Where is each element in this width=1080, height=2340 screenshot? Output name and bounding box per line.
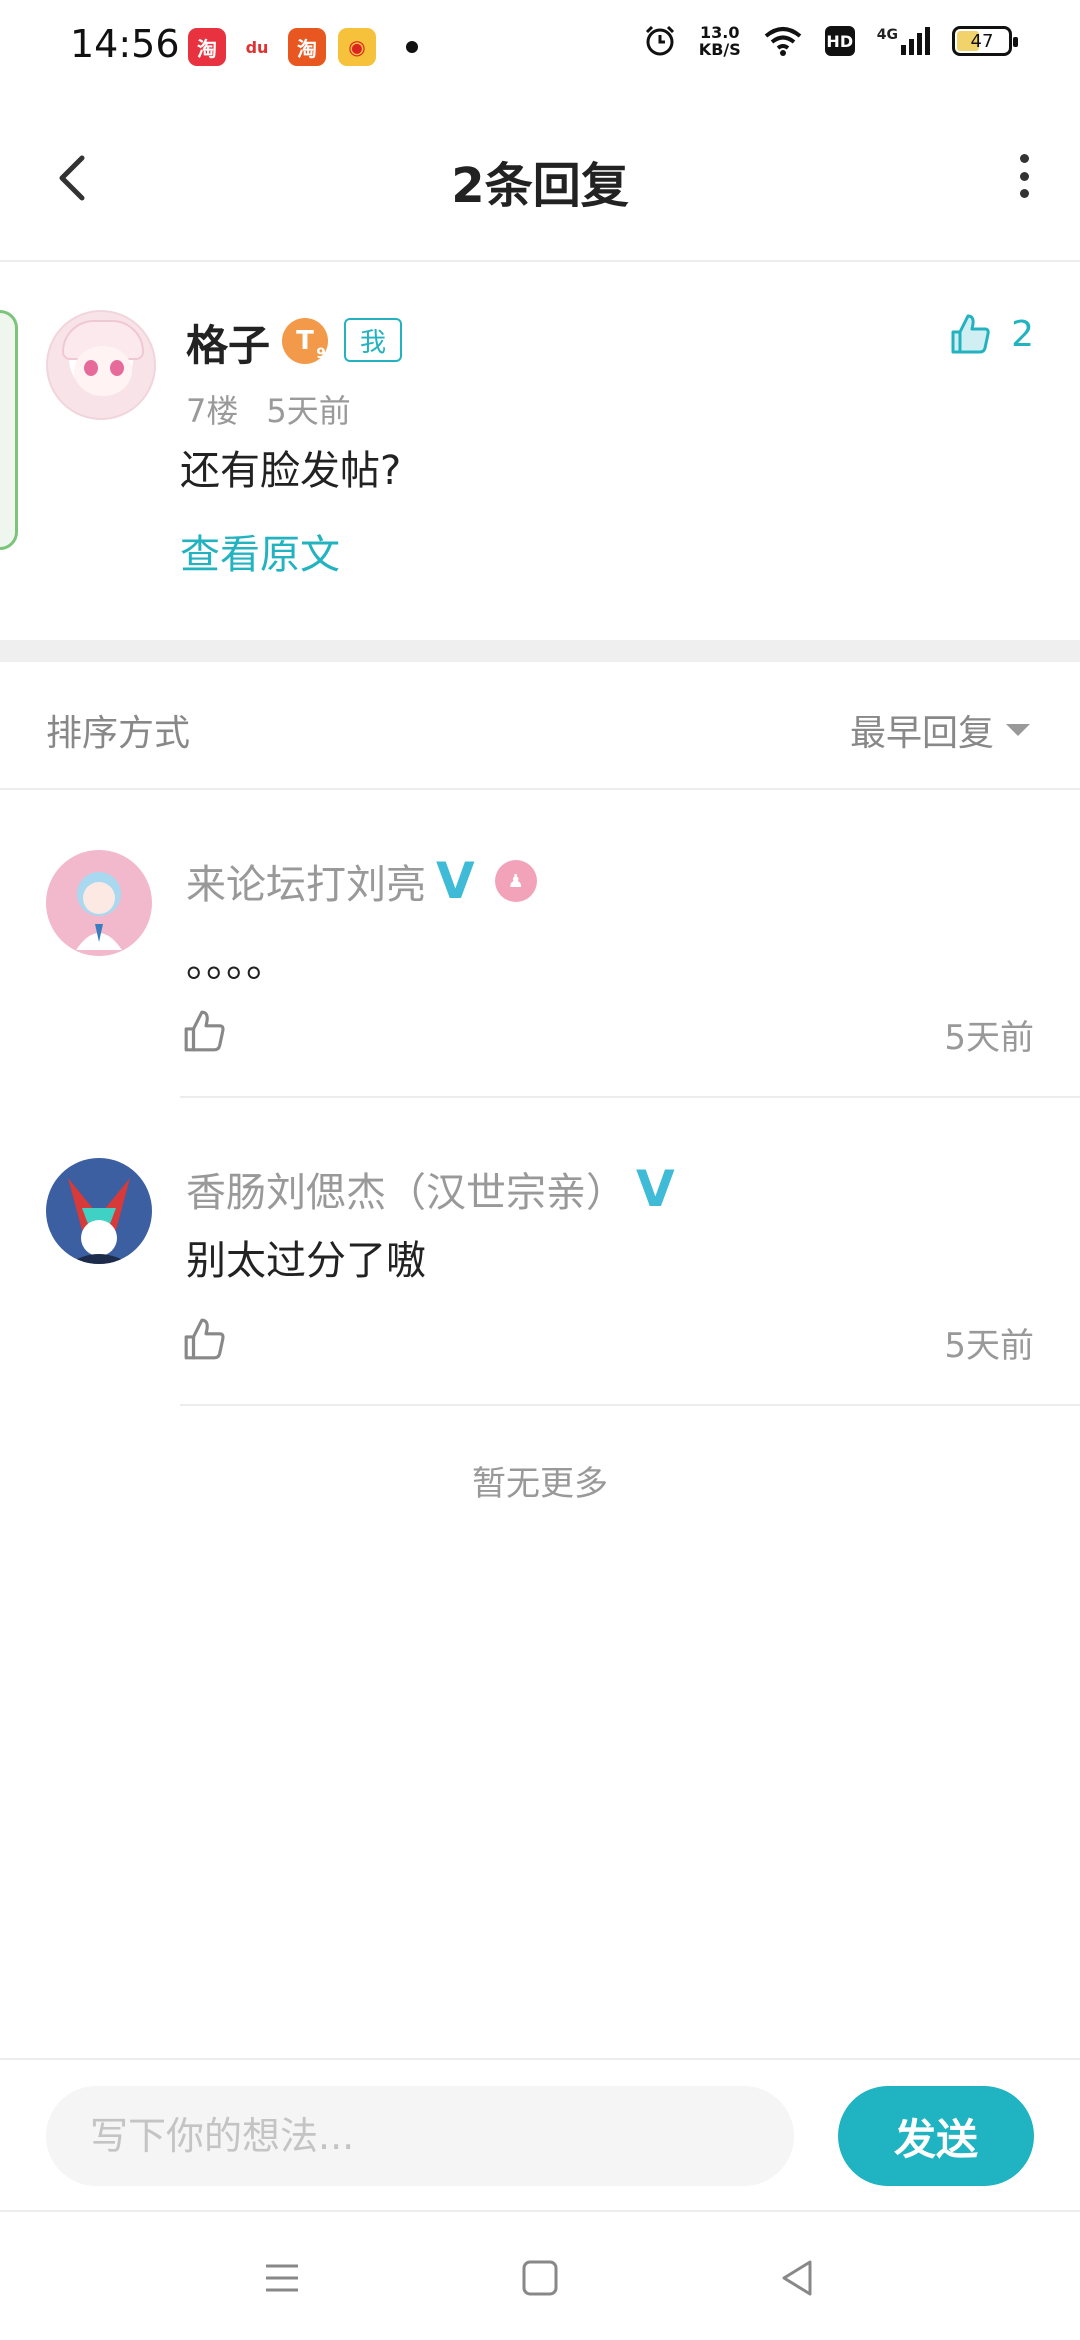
alarm-icon (645, 25, 674, 56)
level-number: 9 (316, 346, 326, 362)
battery-level: 47 (970, 30, 994, 52)
view-original-link[interactable]: 查看原文 (180, 522, 340, 580)
network-speed: 13.0 KB/S (699, 24, 741, 58)
fan-badge-icon: ♟ (494, 860, 537, 902)
signal-type: 4G (876, 27, 898, 43)
top-bar: 2条回复 (0, 96, 1080, 262)
system-nav-bar (0, 2210, 1080, 2340)
send-button[interactable]: 发送 (838, 2086, 1034, 2186)
battery-icon: 47 (952, 26, 1018, 56)
reply-content: 别太过分了嗷 (186, 1238, 426, 1284)
weibo-notification-icon: ◉ (338, 28, 376, 66)
back-nav-icon[interactable] (776, 2256, 820, 2300)
notification-icons: 淘 du 淘 ◉ (188, 28, 418, 66)
avatar[interactable] (46, 1158, 152, 1264)
section-divider (0, 640, 1080, 662)
more-notifications-dot (406, 41, 418, 53)
thumbs-up-icon[interactable] (182, 1008, 228, 1054)
like-button[interactable]: 2 (949, 312, 1034, 356)
reply-item: 来论坛打刘亮 V ♟ 。。。。 5天前 (0, 790, 1080, 1098)
reply-author-row: 来论坛打刘亮 V ♟ (186, 852, 537, 910)
shop-notification-icon: 淘 (288, 28, 326, 66)
like-count: 2 (1011, 313, 1034, 355)
sort-bar: 排序方式 最早回复 (0, 662, 1080, 790)
thumbs-up-icon (951, 314, 990, 354)
status-bar: 14:56 淘 du 淘 ◉ 13.0 KB/S HD 4G 47 (0, 0, 1080, 96)
comment-content: 还有脸发帖? (180, 448, 402, 494)
reply-content: 。。。。 (186, 940, 286, 986)
no-more-text: 暂无更多 (472, 1464, 608, 1504)
sort-label: 排序方式 (46, 713, 191, 754)
floor-number: 7楼 (186, 392, 239, 430)
reply-author-name[interactable]: 香肠刘偲杰（汉世宗亲） (186, 1160, 626, 1218)
comment-input[interactable] (46, 2086, 794, 2186)
verified-v-icon: V (436, 852, 475, 910)
menu-icon[interactable] (260, 2256, 304, 2300)
comment-composer: 发送 (0, 2058, 1080, 2210)
main-comment: 格子 T 9 我 7楼 5天前 还有脸发帖? 查看原文 2 (0, 262, 1080, 640)
me-tag: 我 (344, 318, 402, 362)
sort-value: 最早回复 (849, 713, 994, 754)
network-speed-unit: KB/S (698, 40, 741, 59)
level-letter: T (296, 326, 314, 356)
caret-down-icon (1006, 724, 1030, 736)
reply-author-row: 香肠刘偲杰（汉世宗亲） V (186, 1160, 675, 1218)
reply-author-name[interactable]: 来论坛打刘亮 (186, 852, 426, 910)
more-options-icon[interactable] (1012, 154, 1036, 198)
avatar[interactable] (46, 310, 156, 420)
page-title: 2条回复 (451, 158, 629, 214)
hd-icon: HD (824, 26, 855, 56)
side-tab-handle[interactable] (0, 310, 18, 550)
sort-dropdown[interactable]: 最早回复 (850, 704, 1030, 756)
divider (180, 1404, 1080, 1406)
verified-v-icon: V (636, 1160, 675, 1218)
map-notification-icon: du (238, 28, 276, 66)
reply-time: 5天前 (944, 1018, 1034, 1058)
app-notification-icon: 淘 (188, 28, 226, 66)
cell-signal-icon: 4G (877, 27, 930, 55)
reply-time: 5天前 (944, 1326, 1034, 1366)
network-speed-value: 13.0 (700, 23, 740, 42)
level-badge-icon: T 9 (282, 318, 328, 364)
home-icon[interactable] (518, 2256, 562, 2300)
wifi-icon (764, 27, 802, 56)
reply-item: 香肠刘偲杰（汉世宗亲） V 别太过分了嗷 5天前 (0, 1098, 1080, 1406)
author-name[interactable]: 格子 (186, 312, 270, 373)
post-meta: 7楼 5天前 (186, 386, 351, 432)
avatar[interactable] (46, 850, 152, 956)
system-indicators: 13.0 KB/S HD 4G 47 (643, 24, 1018, 58)
status-time: 14:56 (70, 22, 180, 66)
post-time: 5天前 (266, 392, 351, 430)
thumbs-up-icon[interactable] (182, 1316, 228, 1362)
